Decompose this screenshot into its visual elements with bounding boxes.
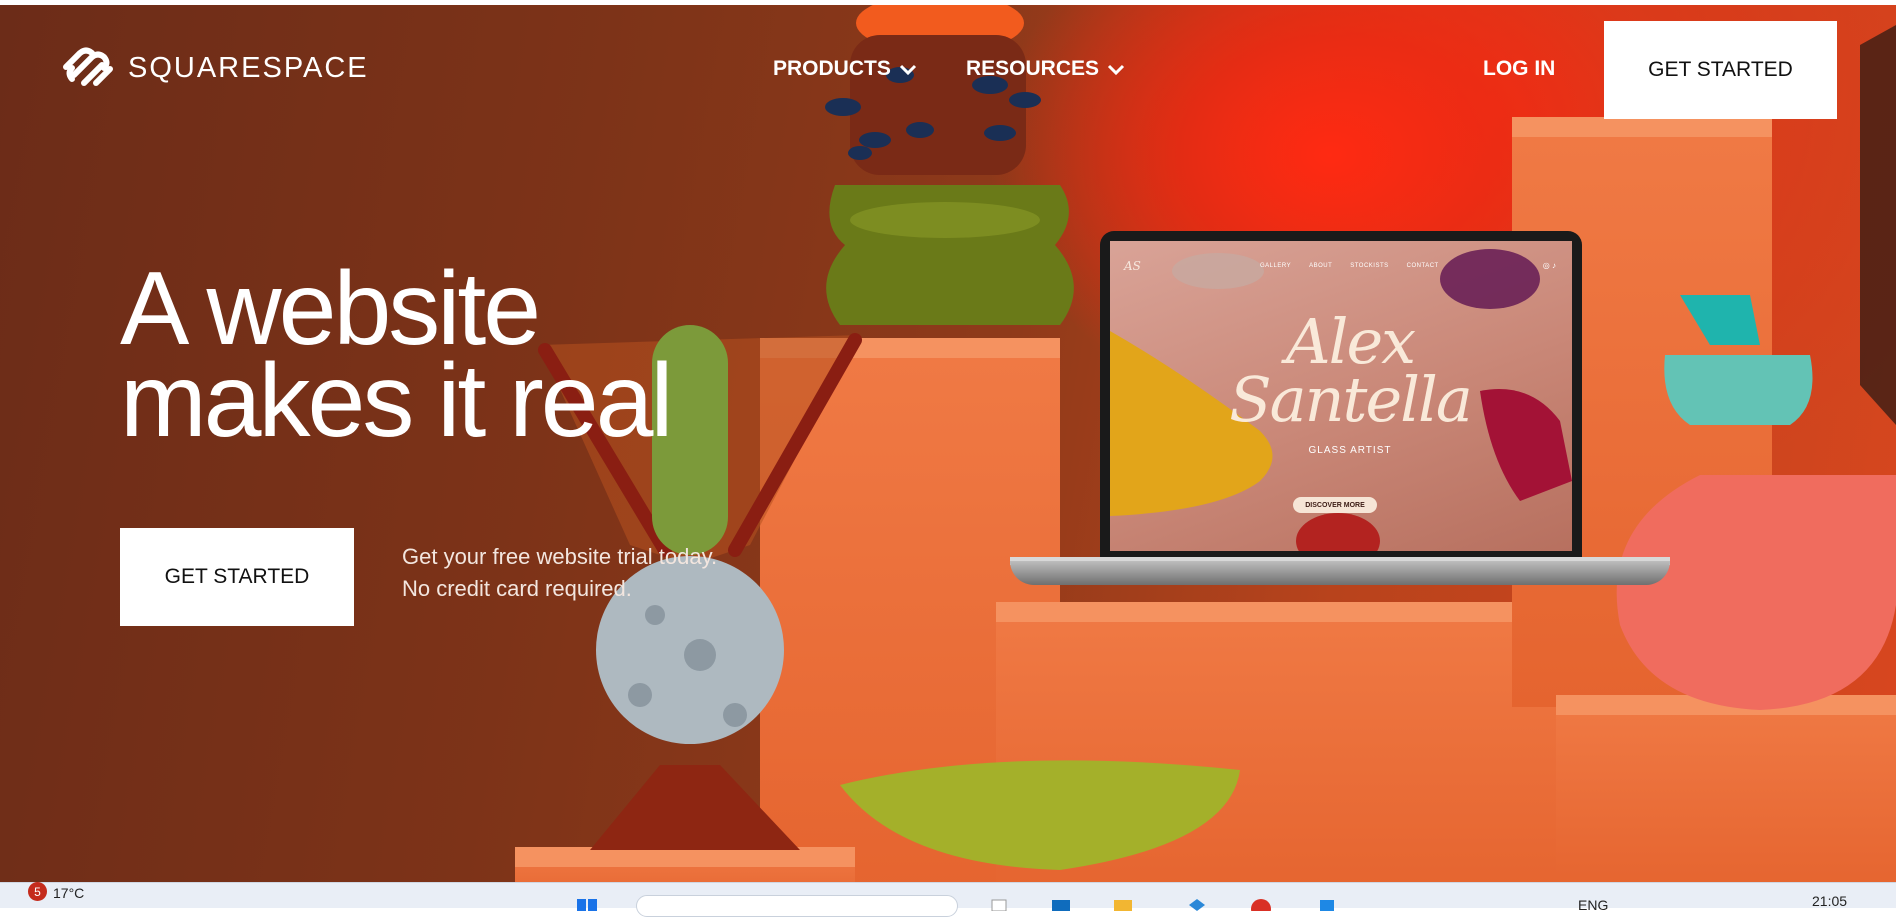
nav-products[interactable]: PRODUCTS [773,57,917,81]
site-nav-about: ABOUT [1309,263,1333,269]
store-icon[interactable] [1186,897,1208,911]
site-nav-contact: CONTACT [1406,263,1439,269]
site-title-line2: Santella [1229,363,1473,436]
trial-line2: No credit card required. [402,576,632,601]
site-nav: GALLERY ABOUT STOCKISTS CONTACT [1260,263,1439,269]
browser-icon[interactable] [1250,897,1272,911]
trial-text: Get your free website trial today. No cr… [402,541,717,605]
weather-widget[interactable]: 5 17°C [28,882,85,901]
site-nav-gallery: GALLERY [1260,263,1292,269]
trial-line1: Get your free website trial today. [402,544,718,569]
chevron-down-icon [899,64,916,75]
squarespace-logo-icon [63,47,113,86]
nav-resources-label: RESOURCES [966,57,1100,80]
site-subtitle: GLASS ARTIST [1308,445,1392,456]
windows-start-icon[interactable] [576,897,598,911]
laptop-screen: AS GALLERY ABOUT STOCKISTS CONTACT ◎ ♪ A… [1110,241,1572,551]
temperature: 17°C [53,885,85,901]
chevron-down-icon [1107,64,1125,75]
site-logo: AS [1124,259,1141,273]
hero-section: AS GALLERY ABOUT STOCKISTS CONTACT ◎ ♪ A… [0,5,1896,882]
laptop-mockup: AS GALLERY ABOUT STOCKISTS CONTACT ◎ ♪ A… [1010,231,1670,585]
notification-badge: 5 [28,882,47,901]
app-icon[interactable] [1316,897,1338,911]
nav-resources[interactable]: RESOURCES [966,57,1125,81]
taskbar-search-input[interactable] [636,895,958,917]
nav-products-label: PRODUCTS [773,57,891,80]
windows-taskbar: 5 17°C ENG 21:05 [0,882,1896,917]
hero-headline-line2: makes it real [120,343,674,459]
laptop-base [1010,561,1670,585]
file-icon[interactable] [988,897,1010,911]
language-indicator[interactable]: ENG [1578,897,1608,913]
login-link[interactable]: LOG IN [1483,57,1555,81]
folder-icon[interactable] [1112,897,1134,911]
hero-headline: A website makes it real [120,251,674,459]
mail-icon[interactable] [1050,897,1072,911]
site-nav-stockists: STOCKISTS [1350,263,1389,269]
nav-get-started-button[interactable]: GET STARTED [1604,21,1837,119]
site-discover-button: DISCOVER MORE [1293,497,1377,513]
squarespace-logo[interactable]: SQUARESPACE [60,45,369,91]
site-title: Alex Santella [1200,311,1500,436]
hero-headline-line1: A website [120,251,541,367]
brand-name: SQUARESPACE [128,51,369,84]
hero-get-started-button[interactable]: GET STARTED [120,528,354,626]
site-social-icons: ◎ ♪ [1542,261,1556,270]
